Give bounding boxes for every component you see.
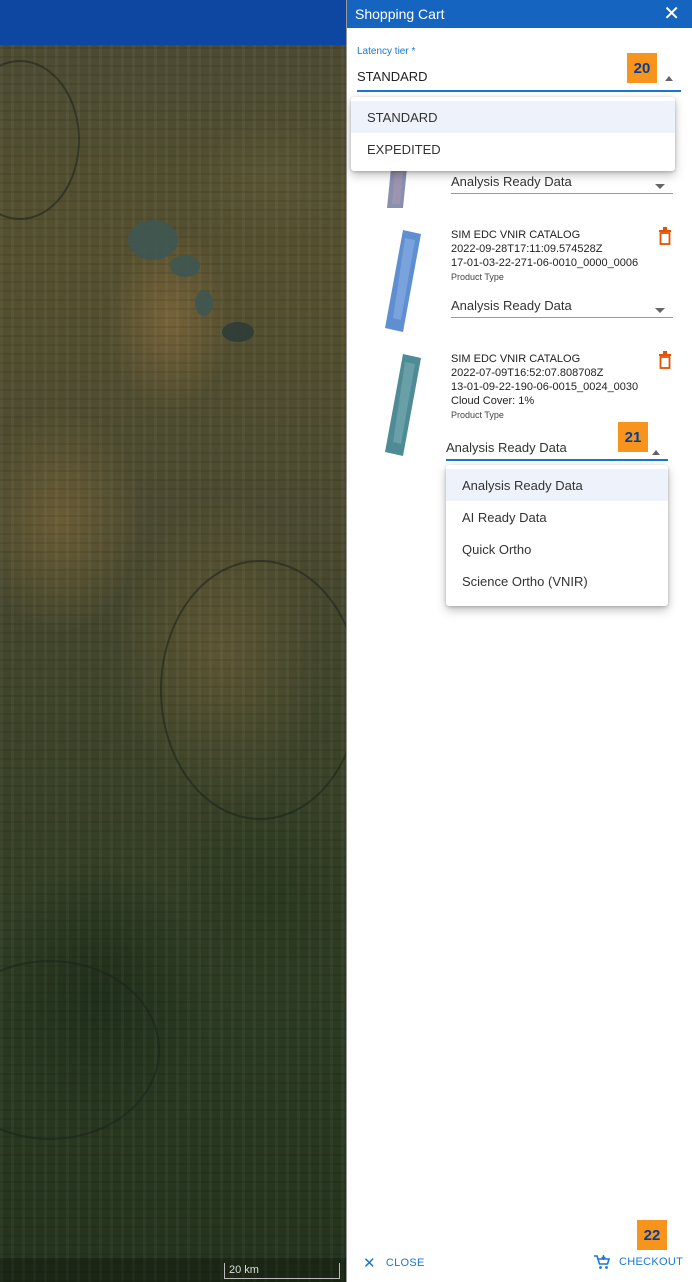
chevron-down-icon <box>655 184 665 189</box>
map-lake <box>222 322 254 342</box>
map-toolbar <box>0 0 346 45</box>
item-id: 17-01-03-22-271-06-0010_0000_0006 <box>451 257 639 269</box>
map-river <box>0 960 160 1140</box>
trash-icon[interactable] <box>657 350 673 370</box>
shopping-cart-panel: Shopping Cart ✕ Latency tier * STANDARD … <box>346 0 692 1282</box>
annotation-badge: 22 <box>637 1220 667 1250</box>
checkout-button-label: CHECKOUT <box>619 1256 684 1268</box>
product-type-select[interactable]: Analysis Ready Data <box>451 294 673 318</box>
product-type-value: Analysis Ready Data <box>451 174 572 189</box>
close-button-label: CLOSE <box>385 1257 425 1269</box>
product-type-select[interactable]: Analysis Ready Data <box>451 170 673 194</box>
close-icon[interactable]: ✕ <box>663 4 680 24</box>
latency-option-standard[interactable]: STANDARD <box>351 101 675 133</box>
scene-thumbnail <box>387 168 407 208</box>
cart-title: Shopping Cart <box>355 6 445 22</box>
trash-icon[interactable] <box>657 226 673 246</box>
map-lake <box>195 290 213 316</box>
product-type-menu: Analysis Ready Data AI Ready Data Quick … <box>446 465 668 606</box>
item-id: 13-01-09-22-190-06-0015_0024_0030 <box>451 381 639 393</box>
scene-thumbnail <box>385 230 421 332</box>
product-type-option[interactable]: AI Ready Data <box>446 501 668 533</box>
chevron-up-icon <box>665 76 673 81</box>
cart-header: Shopping Cart ✕ <box>347 0 692 28</box>
product-type-value: Analysis Ready Data <box>446 440 567 455</box>
scene-thumbnail <box>385 354 421 456</box>
map-scale-bar: 20 km <box>0 1258 346 1282</box>
checkout-button[interactable]: CHECKOUT <box>593 1254 683 1270</box>
latency-tier-menu: STANDARD EXPEDITED <box>351 97 675 171</box>
cart-icon <box>594 1255 611 1269</box>
item-timestamp: 2022-07-09T16:52:07.808708Z <box>451 367 604 379</box>
annotation-badge: 21 <box>618 422 648 452</box>
product-type-value: Analysis Ready Data <box>451 298 572 313</box>
latency-option-expedited[interactable]: EXPEDITED <box>351 133 675 165</box>
cart-item: SIM EDC VNIR CATALOG 2022-07-09T16:52:07… <box>451 352 675 422</box>
chevron-down-icon <box>655 308 665 313</box>
item-catalog: SIM EDC VNIR CATALOG <box>451 229 581 241</box>
map-river <box>160 560 346 820</box>
map-scale-label: 20 km <box>224 1263 340 1279</box>
product-type-option[interactable]: Analysis Ready Data <box>446 469 668 501</box>
map-lake <box>170 255 200 277</box>
item-timestamp: 2022-09-28T17:11:09.574528Z <box>451 243 603 255</box>
map-view[interactable]: 20 km <box>0 0 346 1282</box>
item-cloud-cover: Cloud Cover: 1% <box>451 395 535 407</box>
item-catalog: SIM EDC VNIR CATALOG <box>451 353 581 365</box>
product-type-option[interactable]: Science Ortho (VNIR) <box>446 565 668 597</box>
product-type-label: Product Type <box>451 272 504 282</box>
latency-tier-label: Latency tier * <box>357 46 416 57</box>
map-lake <box>128 220 178 260</box>
latency-tier-value: STANDARD <box>357 69 428 84</box>
annotation-badge: 20 <box>627 53 657 83</box>
product-type-label: Product Type <box>451 410 504 420</box>
close-icon: ✕ <box>363 1255 376 1272</box>
cart-item: SIM EDC VNIR CATALOG 2022-09-28T17:11:09… <box>451 228 675 284</box>
map-river <box>0 60 80 220</box>
close-button[interactable]: ✕ CLOSE <box>363 1254 425 1272</box>
product-type-option[interactable]: Quick Ortho <box>446 533 668 565</box>
chevron-up-icon <box>652 450 660 455</box>
